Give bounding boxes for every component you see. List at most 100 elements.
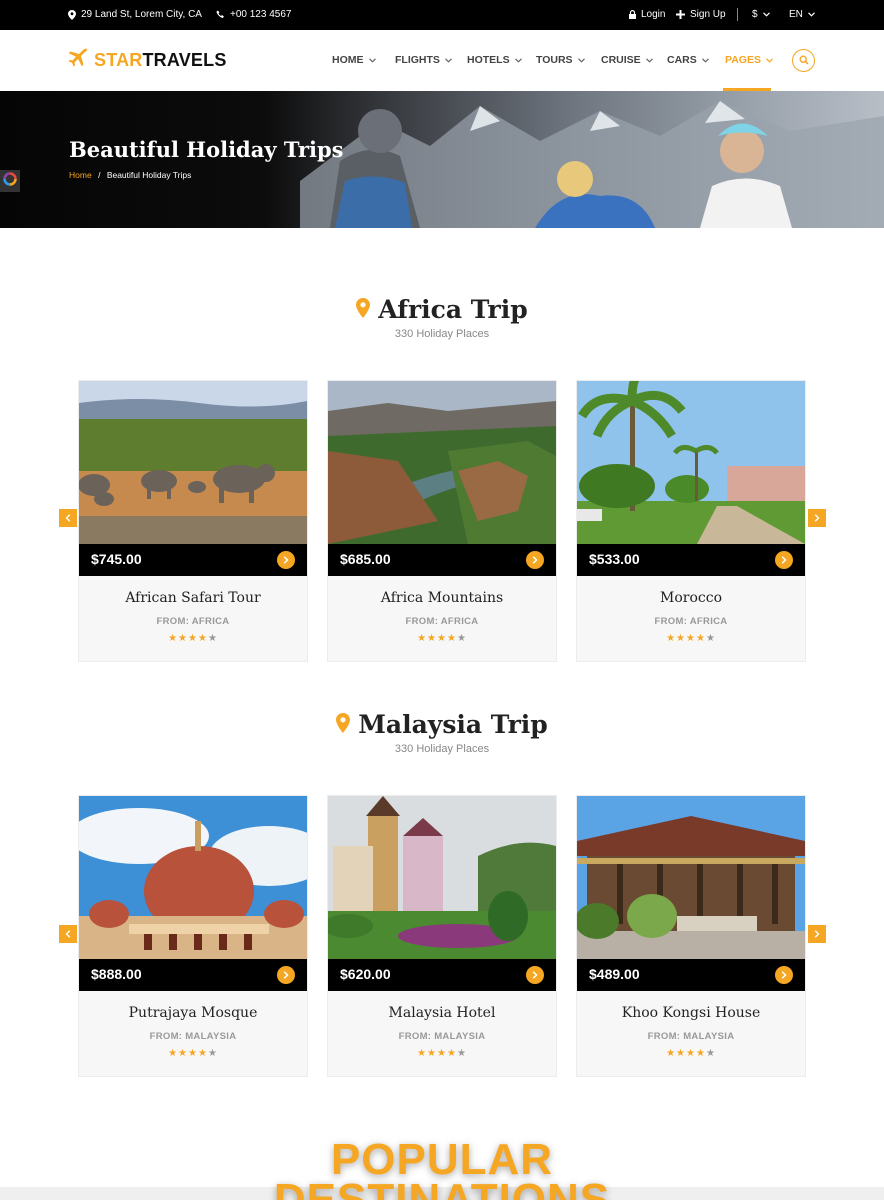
trip-image-mountains[interactable]: [328, 381, 556, 544]
phone-text: +00 123 4567: [230, 9, 292, 20]
trip-card[interactable]: $685.00 Africa Mountains FROM: AFRICA ★★…: [327, 380, 557, 662]
chevron-down-icon: [368, 54, 376, 66]
chevron-right-icon: [283, 556, 289, 564]
chevron-down-icon: [577, 54, 585, 66]
logo-text: STARTRAVELS: [94, 50, 227, 71]
rating-stars: ★★★★★: [417, 1048, 467, 1059]
nav-cars[interactable]: CARS: [667, 54, 709, 66]
chevron-down-icon: [444, 54, 452, 66]
popular-destinations-heading: POPULAR DESTINATIONS: [0, 1135, 884, 1200]
carousel-next-button[interactable]: [808, 925, 826, 943]
chevron-down-icon: [645, 54, 653, 66]
chevron-down-icon: [701, 54, 709, 66]
trip-name[interactable]: Malaysia Hotel: [328, 1005, 556, 1021]
section-title: Africa Trip: [378, 295, 528, 324]
breadcrumb-current: Beautiful Holiday Trips: [106, 170, 192, 180]
go-button[interactable]: [277, 551, 295, 569]
trip-name[interactable]: Khoo Kongsi House: [577, 1005, 805, 1021]
page-title: Beautiful Holiday Trips: [69, 137, 344, 162]
login-link[interactable]: Login: [629, 9, 665, 20]
nav-tours[interactable]: TOURS: [536, 54, 585, 66]
search-button[interactable]: [792, 49, 815, 72]
airplane-icon: [68, 48, 88, 73]
price-bar: $489.00: [577, 959, 805, 991]
go-button[interactable]: [526, 966, 544, 984]
trip-image-khoo-kongsi[interactable]: [577, 796, 805, 959]
search-icon: [798, 52, 809, 70]
nav-label: TOURS: [536, 54, 573, 66]
chevron-left-icon: [65, 509, 71, 527]
chevron-right-icon: [532, 556, 538, 564]
chevron-down-icon: [766, 54, 773, 66]
top-bar: 29 Land St, Lorem City, CA +00 123 4567 …: [0, 0, 884, 30]
trip-card[interactable]: $745.00 African Safari Tour FROM: AFRICA…: [78, 380, 308, 662]
language-value: EN: [789, 9, 803, 20]
color-switcher-widget[interactable]: [0, 170, 20, 192]
carousel-prev-button[interactable]: [59, 925, 77, 943]
language-select[interactable]: EN: [789, 9, 815, 20]
trip-name[interactable]: Putrajaya Mosque: [79, 1005, 307, 1021]
nav-label: FLIGHTS: [395, 54, 440, 66]
rating-stars: ★★★★★: [417, 633, 467, 644]
currency-value: $: [752, 9, 758, 20]
chevron-right-icon: [814, 509, 820, 527]
go-button[interactable]: [526, 551, 544, 569]
trip-image-morocco[interactable]: [577, 381, 805, 544]
nav-flights[interactable]: FLIGHTS: [395, 54, 452, 66]
trip-origin: FROM: AFRICA: [654, 616, 728, 627]
go-button[interactable]: [775, 966, 793, 984]
price-bar: $685.00: [328, 544, 556, 576]
price: $489.00: [589, 966, 640, 982]
carousel-next-button[interactable]: [808, 509, 826, 527]
trip-name[interactable]: African Safari Tour: [79, 590, 307, 606]
map-pin-icon: [356, 295, 371, 324]
nav-label: PAGES: [725, 54, 761, 66]
trip-name[interactable]: Morocco: [577, 590, 805, 606]
section-heading-africa: Africa Trip 330 Holiday Places: [0, 295, 884, 340]
hero-banner: Beautiful Holiday Trips Home / Beautiful…: [0, 91, 884, 228]
trip-name[interactable]: Africa Mountains: [328, 590, 556, 606]
chevron-down-icon: [514, 54, 522, 66]
trip-image-mosque[interactable]: [79, 796, 307, 959]
nav-cruise[interactable]: CRUISE: [601, 54, 653, 66]
price: $620.00: [340, 966, 391, 982]
breadcrumb-separator: /: [98, 170, 101, 180]
go-button[interactable]: [775, 551, 793, 569]
go-button[interactable]: [277, 966, 295, 984]
trip-image-hotel[interactable]: [328, 796, 556, 959]
carousel-prev-button[interactable]: [59, 509, 77, 527]
trip-card[interactable]: $620.00 Malaysia Hotel FROM: MALAYSIA ★★…: [327, 795, 557, 1077]
site-logo[interactable]: STARTRAVELS: [68, 48, 227, 73]
currency-select[interactable]: $: [752, 9, 770, 20]
breadcrumb: Home / Beautiful Holiday Trips: [69, 170, 191, 180]
breadcrumb-home-link[interactable]: Home: [69, 170, 92, 180]
section-heading-malaysia: Malaysia Trip 330 Holiday Places: [0, 710, 884, 755]
section-title: Malaysia Trip: [358, 710, 548, 739]
popular-line-1: POPULAR: [330, 1135, 554, 1184]
trip-image-safari[interactable]: [79, 381, 307, 544]
login-label: Login: [641, 9, 666, 20]
nav-home[interactable]: HOME: [332, 54, 376, 66]
signup-link[interactable]: Sign Up: [676, 9, 726, 20]
logo-travels: TRAVELS: [142, 50, 227, 70]
section-subtitle: 330 Holiday Places: [394, 328, 490, 340]
trip-card[interactable]: $888.00 Putrajaya Mosque FROM: MALAYSIA …: [78, 795, 308, 1077]
chevron-right-icon: [814, 925, 820, 943]
section-title-wrap: Africa Trip: [356, 295, 528, 324]
price: $533.00: [589, 551, 640, 567]
signup-label: Sign Up: [690, 9, 726, 20]
plus-icon: [676, 10, 685, 19]
price-bar: $620.00: [328, 959, 556, 991]
nav-hotels[interactable]: HOTELS: [467, 54, 522, 66]
trip-origin: FROM: AFRICA: [156, 616, 230, 627]
phone-icon: [216, 10, 225, 19]
rating-stars: ★★★★★: [666, 633, 716, 644]
nav-label: HOME: [332, 54, 364, 66]
trip-origin: FROM: MALAYSIA: [398, 1031, 486, 1042]
trip-card[interactable]: $533.00 Morocco FROM: AFRICA ★★★★★: [576, 380, 806, 662]
nav-pages[interactable]: PAGES: [725, 54, 773, 66]
trip-origin: FROM: MALAYSIA: [647, 1031, 735, 1042]
trip-card[interactable]: $489.00 Khoo Kongsi House FROM: MALAYSIA…: [576, 795, 806, 1077]
chevron-right-icon: [283, 971, 289, 979]
logo-star: STAR: [94, 50, 143, 70]
